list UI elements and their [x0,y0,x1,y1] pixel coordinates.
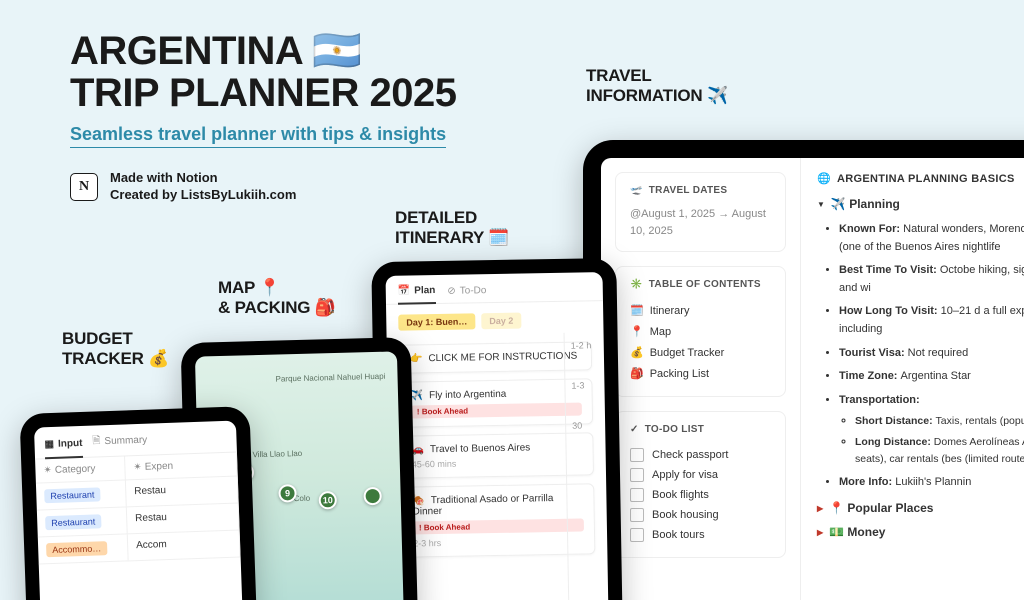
toc-card: ✳️ TABLE OF CONTENTS 🗓️ Itinerary 📍 Map 💰 Budg… [615,266,786,397]
hero-header: ARGENTINA 🇦🇷 TRIP PLANNER 2025 Seamless … [70,30,456,204]
toc-item-label: Map [650,326,671,338]
todo-item[interactable]: Check passport [630,445,771,465]
map-place-label: Villa Llao Llao [252,449,302,459]
device-budget-tracker: ▦Input 🗎Summary ✴Category ✴Expen Restaur… [19,406,260,600]
notion-logo-icon: N [70,173,98,201]
expense-cell: Restau [126,477,239,507]
travel-dates-card: 🛫 TRAVEL DATES @August 1, 2025 → August 1… [615,172,786,252]
toc-item-label: Itinerary [650,305,690,317]
todo-item[interactable]: Apply for visa [630,465,771,485]
takeoff-icon: 🛫 [630,185,643,196]
side-time-hint: 1-3 [571,380,598,390]
globe-icon: 🌐 [817,172,831,185]
category-pill: Restaurant [45,514,101,530]
planning-bullet: Tourist Visa: Not required [839,345,1024,363]
toc-item[interactable]: 💰 Budget Tracker [630,342,771,363]
planning-toggle[interactable]: ✈️ Planning [817,197,1024,211]
calendar-icon: 📅 [398,285,411,296]
todo-card: ✓ TO-DO LIST Check passport Apply for visa… [615,411,786,558]
card-subtext: 45-60 mins [412,457,583,470]
todo-item[interactable]: Book tours [630,525,771,545]
card-title: 🚗Travel to Buenos Aires [411,442,582,456]
check-circle-icon: ⊘ [447,285,456,296]
basics-heading: ARGENTINA PLANNING BASICS [837,173,1015,185]
planning-bullet: Transportation: Short Distance: Taxis, r… [839,392,1024,468]
expense-cell: Restau [127,504,240,534]
toc-heading: TABLE OF CONTENTS [649,279,761,290]
label-detailed-itinerary: DETAILED ITINERARY 🗓️ [395,208,509,247]
category-pill: Accommo… [46,541,107,557]
toc-item[interactable]: 📍 Map [630,321,771,342]
toc-item-icon: 🗓️ [630,304,644,317]
card-subtext: 2-3 hrs [413,535,584,548]
card-title: 🍖Traditional Asado or Parrilla Dinner [412,493,583,518]
planning-bullet: How Long To Visit: 10–21 d a full experi… [839,303,1024,338]
map-pin[interactable]: 10 [319,491,337,509]
money-toggle[interactable]: 💵 Money [817,525,1024,539]
planning-bullet: Time Zone: Argentina Star [839,368,1024,386]
hero-title-line1: ARGENTINA 🇦🇷 [70,30,456,72]
travel-dates-heading: TRAVEL DATES [649,185,728,196]
todo-item-label: Check passport [652,449,728,461]
label-travel-information: TRAVEL INFORMATION ✈️ [586,66,728,105]
planning-bullet: More Info: Lukiih's Plannin [839,474,1024,492]
toc-item-icon: 💰 [630,346,644,359]
tab-input[interactable]: ▦Input [44,434,83,459]
todo-item-label: Book housing [652,509,719,521]
todo-item-label: Apply for visa [652,469,718,481]
todo-item[interactable]: Book flights [630,485,771,505]
toc-item-label: Budget Tracker [650,347,725,359]
col-expense: ✴Expen [125,453,238,480]
credit-line1: Made with Notion [110,170,296,187]
table-row[interactable]: Accommo… Accom [38,530,241,564]
tab-todo[interactable]: ⊘To-Do [447,284,486,297]
grid-icon: ▦ [44,438,54,449]
planning-sub-bullet: Long Distance: Domes Aerolíneas Argentin… [855,434,1024,468]
device-travel-info: 🛫 TRAVEL DATES @August 1, 2025 → August 1… [583,140,1024,600]
day-chip-2[interactable]: Day 2 [481,313,521,330]
toc-item[interactable]: 🎒 Packing List [630,363,771,384]
category-pill: Restaurant [44,487,100,503]
col-category: ✴Category [35,456,126,482]
day-chip-1[interactable]: Day 1: Buen… [398,313,475,330]
notion-credit: N Made with Notion Created by ListsByLuk… [70,170,456,204]
toc-item-icon: 🎒 [630,367,644,380]
toc-item-icon: 📍 [630,325,644,338]
credit-line2: Created by ListsByLukiih.com [110,187,296,204]
side-time-hint: 1-2 h [571,340,598,350]
hero-title-line2: TRIP PLANNER 2025 [70,72,456,114]
doc-icon: 🗎 [92,433,101,450]
card-title: 👉CLICK ME FOR INSTRUCTIONS [410,351,581,365]
label-budget-tracker: BUDGET TRACKER 💰 [62,329,169,368]
map-place-label: Parque Nacional Nahuel Huapi [275,372,385,384]
todo-item-label: Book tours [652,529,705,541]
planning-bullet: Known For: Natural wonders, Moreno), ste… [839,221,1024,256]
card-title: ✈️Fly into Argentina [411,388,582,402]
sparkle-icon: ✳️ [630,279,643,290]
travel-dates-value: @August 1, 2025 → August 10, 2025 [630,206,771,239]
planning-sub-bullet: Short Distance: Taxis, rentals (popular … [855,413,1024,430]
todo-heading: TO-DO LIST [645,424,704,435]
planning-bullet: Best Time To Visit: Octobe hiking, sight… [839,262,1024,297]
popular-places-toggle[interactable]: 📍 Popular Places [817,501,1024,515]
check-icon: ✓ [630,424,639,435]
side-time-hint: 30 [572,420,599,430]
tab-summary[interactable]: 🗎Summary [92,432,147,451]
toc-item[interactable]: 🗓️ Itinerary [630,300,771,321]
expense-cell: Accom [128,530,241,560]
book-ahead-badge: ! Book Ahead [413,519,584,535]
todo-item-label: Book flights [652,489,709,501]
book-ahead-badge: ! Book Ahead [411,403,582,419]
toc-item-label: Packing List [650,368,709,380]
map-pin[interactable] [363,487,381,505]
hero-subtitle: Seamless travel planner with tips & insi… [70,124,446,148]
todo-item[interactable]: Book housing [630,505,771,525]
label-map-packing: MAP 📍 & PACKING 🎒 [218,278,336,317]
tab-plan[interactable]: 📅Plan [398,285,436,305]
